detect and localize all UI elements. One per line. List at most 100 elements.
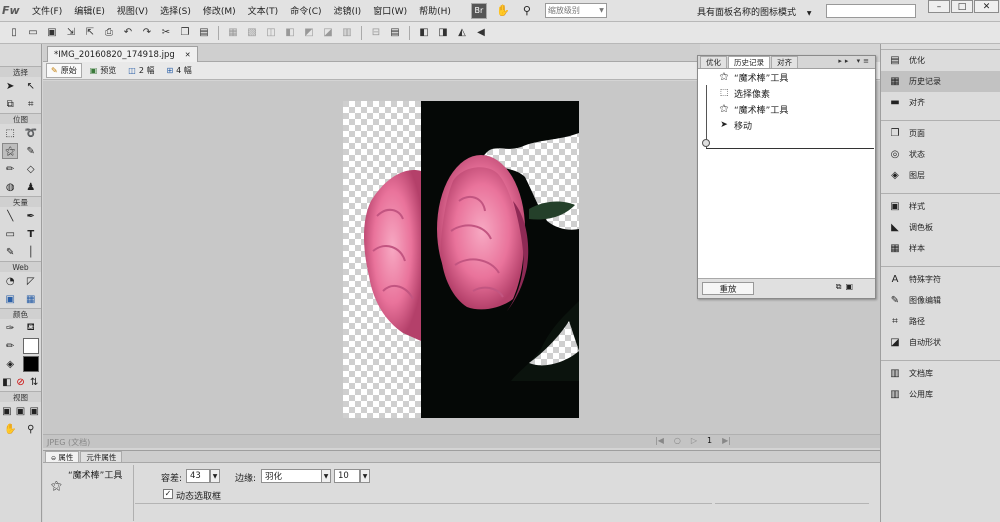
history-item[interactable]: ⬚ 选择像素 [698,85,875,101]
fill-color-swatch[interactable] [22,356,39,372]
view-2up-button[interactable]: ◫ 2 幅 [124,63,158,78]
view-preview-button[interactable]: ▣ 预览 [86,63,121,78]
scale-tool-icon[interactable]: ⧉ [2,96,18,112]
menu-view[interactable]: 视图(V) [111,4,154,17]
zoom-tool-icon[interactable]: ⚲ [23,421,39,437]
dock-item-optimize[interactable]: ▤ 优化 [881,50,1000,71]
align-icon[interactable]: ⊟ [368,25,384,41]
rectangle-tool-icon[interactable]: ▭ [2,226,18,242]
blur-tool-icon[interactable]: ◍ [2,179,18,195]
swap-colors-icon[interactable]: ⇅ [27,374,41,390]
zoom-level-select[interactable]: 缩放级别 ▼ [544,3,607,18]
pen-tool-icon[interactable]: ✒ [23,208,39,224]
dock-item-pages[interactable]: ❐ 页面 [881,123,1000,144]
save-icon[interactable]: ▣ [44,25,60,41]
hide-slices-icon[interactable]: ▣ [2,291,18,307]
line-tool-icon[interactable]: ╲ [2,208,18,224]
document-tab[interactable]: *IMG_20160820_174918.jpg ✕ [47,46,198,62]
panel-menu-icon[interactable]: ▸▸ ▾≡ [838,57,872,65]
live-marquee-checkbox[interactable]: ✓ [163,489,173,499]
tolerance-slider-button[interactable]: ▼ [210,469,220,483]
rotate-left-icon[interactable]: ◧ [416,25,432,41]
pencil-tool-icon[interactable]: ✏ [2,161,18,177]
send-backward-icon[interactable]: ◪ [320,25,336,41]
redo-icon[interactable]: ↷ [139,25,155,41]
hand-tool-icon[interactable]: ✋ [2,421,18,437]
show-slices-icon[interactable]: ▦ [23,291,39,307]
hand-icon[interactable]: ✋ [495,3,511,19]
menu-text[interactable]: 文本(T) [242,4,285,17]
save-command-icon[interactable]: ▣ [845,282,857,291]
knife-tool-icon[interactable]: │ [23,244,39,260]
first-page-icon[interactable]: |◀ [655,436,664,445]
document-image[interactable] [343,101,579,418]
tab-properties[interactable]: ⊖ 属性 [45,451,80,462]
full-screen-icon[interactable]: ▣ [27,403,41,419]
copy-icon[interactable]: ❐ [177,25,193,41]
bridge-button[interactable]: Br [470,2,487,19]
flip-horizontal-icon[interactable]: ◭ [454,25,470,41]
split-icon[interactable]: ◧ [282,25,298,41]
close-button[interactable]: ✕ [974,0,999,13]
workspace-switcher[interactable]: 具有面板名称的图标模式 ▼ [697,5,812,18]
open-file-icon[interactable]: ▭ [25,25,41,41]
slice-tool-icon[interactable]: ◸ [23,273,39,289]
close-icon[interactable]: ✕ [185,51,191,59]
search-input[interactable] [826,4,916,18]
feather-slider-button[interactable]: ▼ [360,469,370,483]
default-colors-icon[interactable]: ◧ [0,374,14,390]
text-tool-icon[interactable]: T [23,226,39,242]
menu-commands[interactable]: 命令(C) [284,4,327,17]
join-icon[interactable]: ◫ [263,25,279,41]
brush-tool-icon[interactable]: ✎ [23,143,39,159]
print-icon[interactable]: ⎙ [101,25,117,41]
prev-page-icon[interactable]: ○ [674,436,681,445]
standard-screen-icon[interactable]: ▣ [0,403,14,419]
dock-item-common-library[interactable]: ▥ 公用库 [881,384,1000,405]
copy-steps-icon[interactable]: ⧉ [836,282,846,291]
tab-history[interactable]: 历史记录 [728,56,770,68]
lasso-tool-icon[interactable]: ➰ [23,125,39,141]
minimize-button[interactable]: – [928,0,950,13]
rotate-right-icon[interactable]: ◨ [435,25,451,41]
dock-item-image-edit[interactable]: ✎ 图像编辑 [881,290,1000,311]
no-color-icon[interactable]: ⊘ [14,374,28,390]
feather-input[interactable]: 10 [334,469,360,483]
export-icon[interactable]: ⇱ [82,25,98,41]
group-icon[interactable]: ▦ [225,25,241,41]
menu-filters[interactable]: 滤镜(I) [328,4,368,17]
undo-icon[interactable]: ↶ [120,25,136,41]
next-page-icon[interactable]: ▷ [691,436,697,445]
dock-item-palette[interactable]: ◣ 调色板 [881,217,1000,238]
history-item[interactable]: ➤ 移动 [698,117,875,133]
new-file-icon[interactable]: ▯ [6,25,22,41]
magic-wand-tool-icon[interactable]: ⚝ [2,143,19,159]
cut-icon[interactable]: ✂ [158,25,174,41]
menu-help[interactable]: 帮助(H) [413,4,457,17]
eraser-tool-icon[interactable]: ◇ [23,161,39,177]
paint-bucket-tool-icon[interactable]: ⛾ [23,320,39,336]
menu-window[interactable]: 窗口(W) [367,4,413,17]
subselect-tool-icon[interactable]: ↖ [23,78,39,94]
align-dropdown-icon[interactable]: ▤ [387,25,403,41]
last-page-icon[interactable]: ▶| [722,436,731,445]
zoom-icon[interactable]: ⚲ [519,3,535,19]
dock-item-auto-shapes[interactable]: ◪ 自动形状 [881,332,1000,353]
rubber-stamp-tool-icon[interactable]: ♟ [23,179,39,195]
dock-item-align[interactable]: ▬ 对齐 [881,92,1000,113]
bring-forward-icon[interactable]: ◩ [301,25,317,41]
menu-file[interactable]: 文件(F) [26,4,68,17]
ungroup-icon[interactable]: ▧ [244,25,260,41]
stroke-color-icon[interactable]: ✏ [2,338,18,354]
paste-icon[interactable]: ▤ [196,25,212,41]
fill-color-icon[interactable]: ◈ [2,356,18,372]
tab-optimize[interactable]: 优化 [700,56,727,68]
dock-item-doc-library[interactable]: ▥ 文档库 [881,363,1000,384]
dock-item-path[interactable]: ⌗ 路径 [881,311,1000,332]
history-item[interactable]: ⚝ “魔术棒”工具 [698,101,875,117]
flip-vertical-icon[interactable]: ◀ [473,25,489,41]
chevron-down-icon[interactable]: ▼ [321,469,331,483]
freeform-tool-icon[interactable]: ✎ [2,244,18,260]
dock-item-layers[interactable]: ◈ 图层 [881,165,1000,186]
eyedropper-tool-icon[interactable]: ✑ [2,320,18,336]
